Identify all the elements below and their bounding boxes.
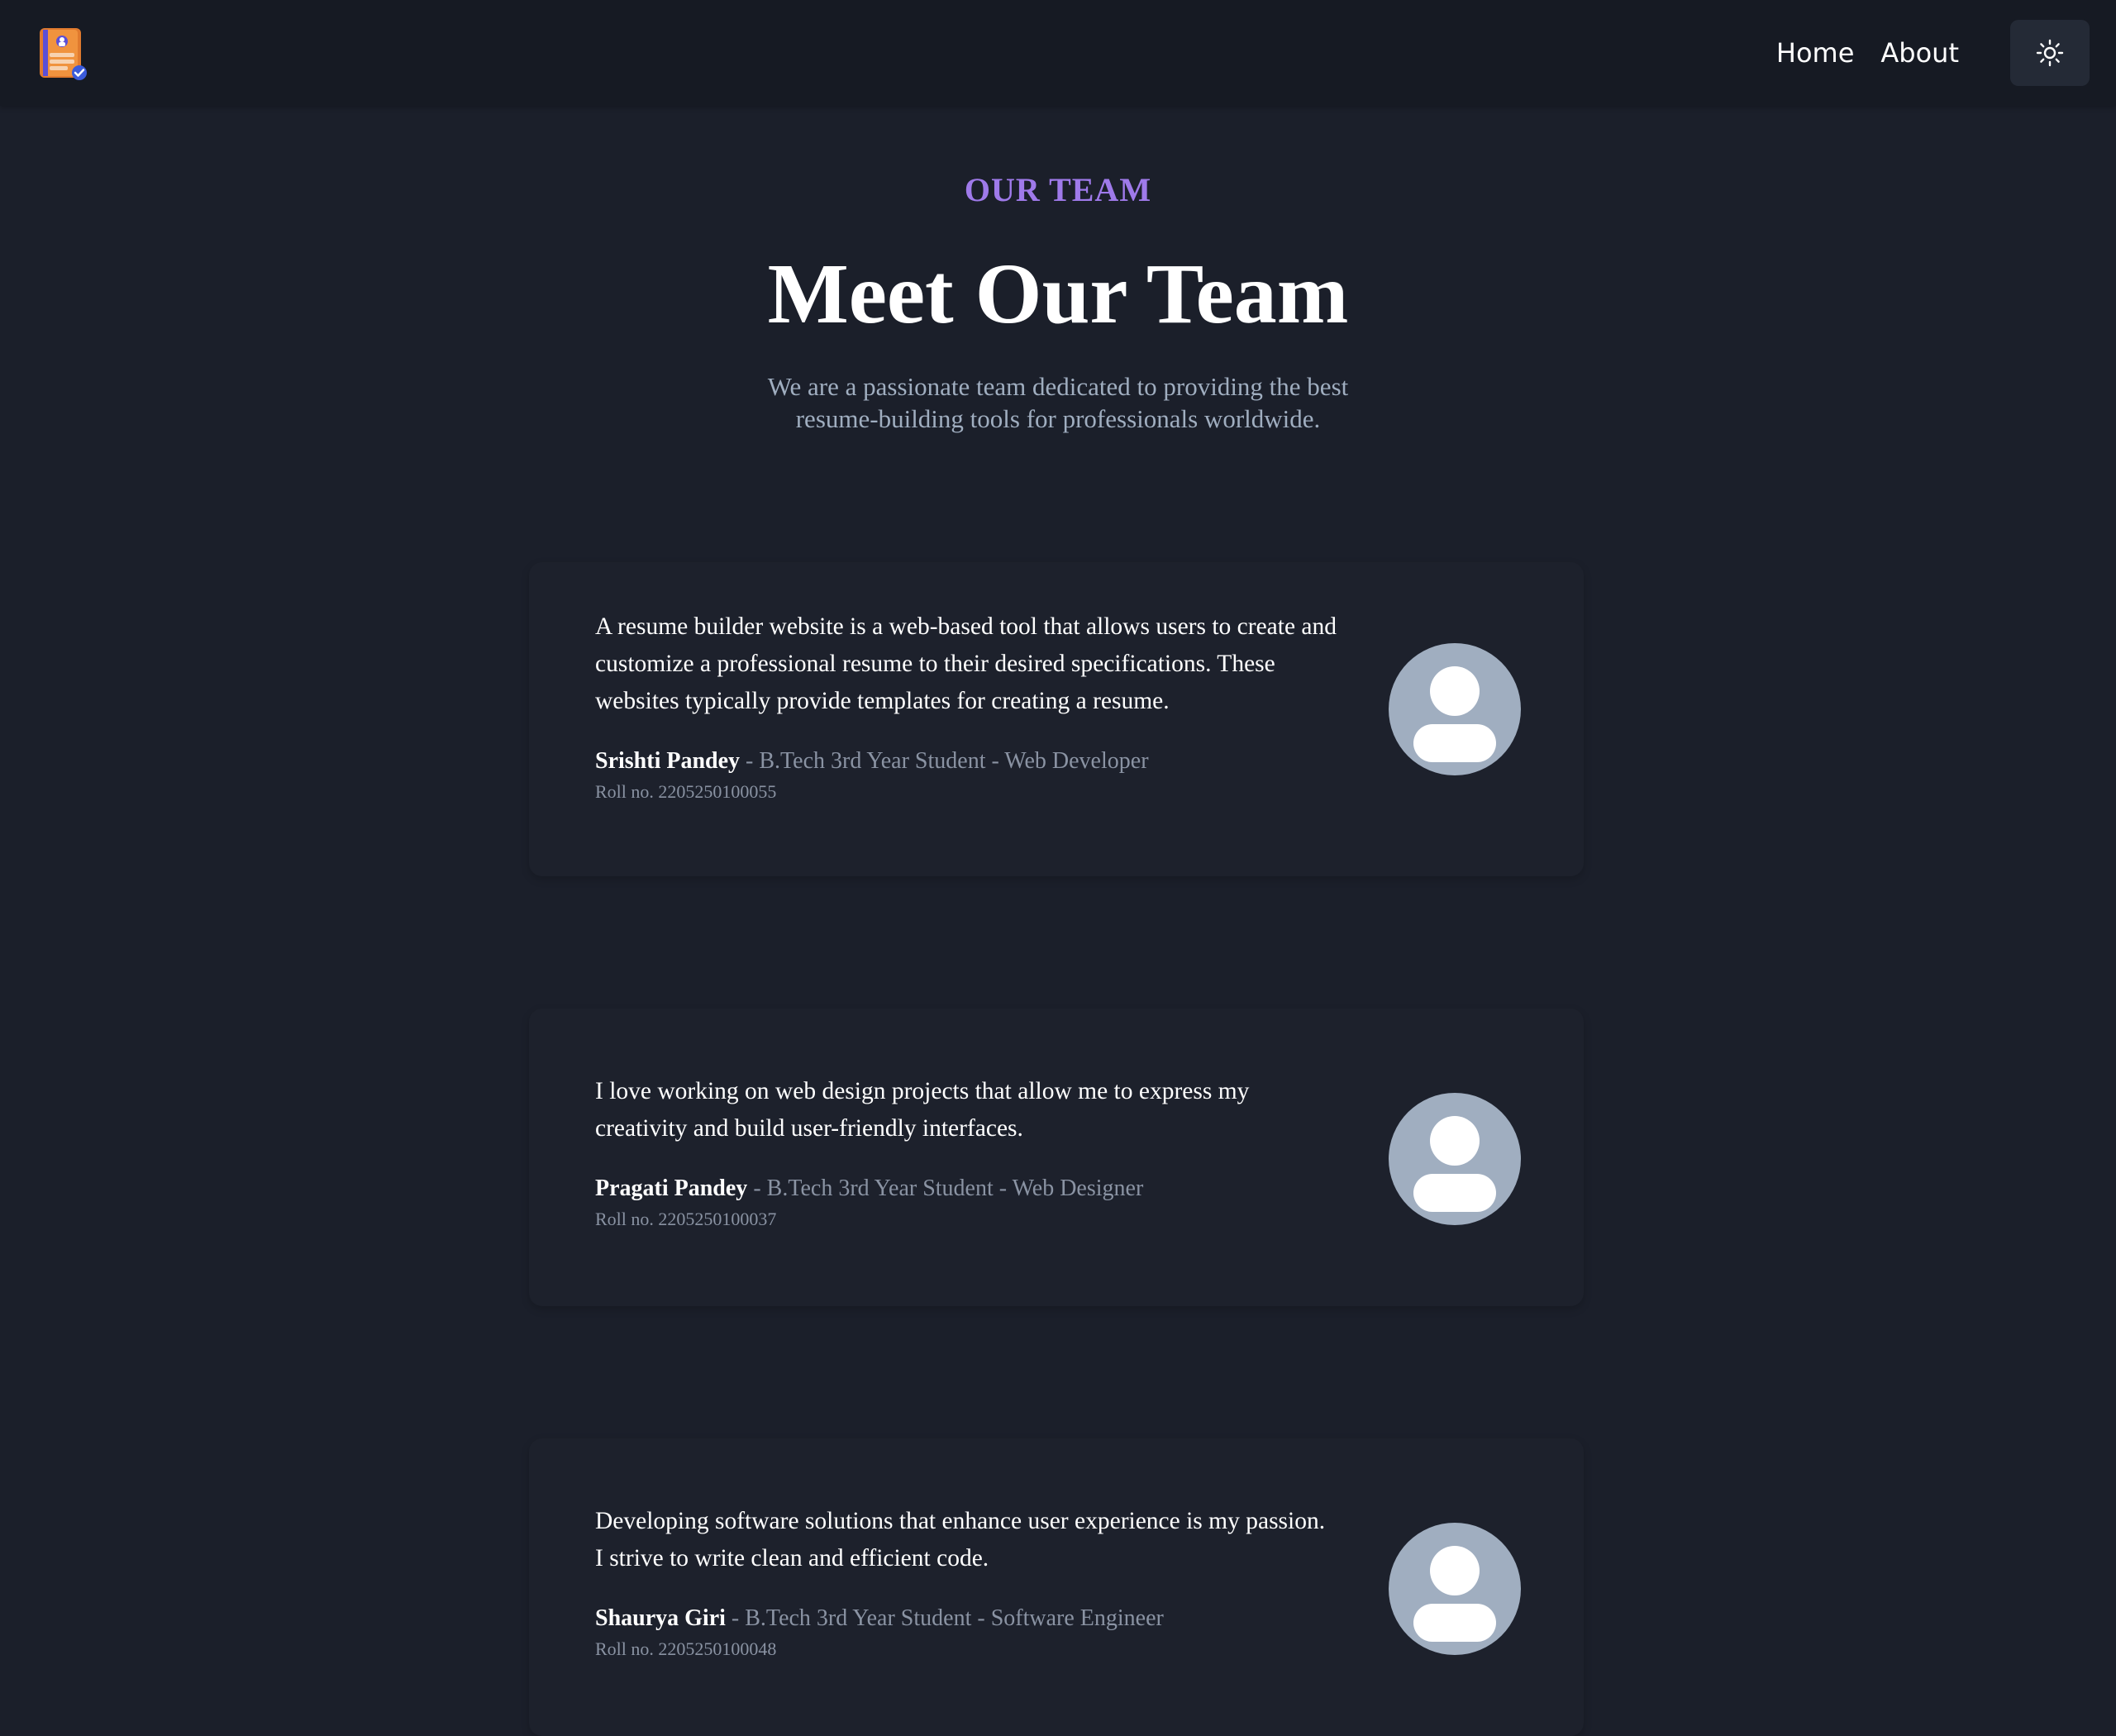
team-card-body: I love working on web design projects th… <box>595 1073 1339 1232</box>
team-member-roll: Roll no. 2205250100037 <box>595 1209 777 1229</box>
team-card: Developing software solutions that enhan… <box>529 1438 1584 1736</box>
team-card-body: Developing software solutions that enhan… <box>595 1503 1339 1662</box>
team-quote: I love working on web design projects th… <box>595 1078 1250 1142</box>
nav-links: Home About <box>1776 0 1959 106</box>
team-quote: Developing software solutions that enhan… <box>595 1508 1326 1571</box>
page-title: Meet Our Team <box>767 246 1349 341</box>
team-member-role: - B.Tech 3rd Year Student - Software Eng… <box>731 1605 1164 1631</box>
team-card: I love working on web design projects th… <box>529 1009 1584 1306</box>
user-avatar-icon <box>1389 643 1521 775</box>
team-member-name: Srishti Pandey <box>595 748 741 774</box>
team-author-line: Pragati Pandey - B.Tech 3rd Year Student… <box>595 1174 1339 1204</box>
team-author-line: Shaurya Giri - B.Tech 3rd Year Student -… <box>595 1604 1339 1633</box>
user-avatar-icon <box>1389 1093 1521 1225</box>
team-card-body: A resume builder website is a web-based … <box>595 608 1339 804</box>
team-quote: A resume builder website is a web-based … <box>595 613 1337 714</box>
nav-link-about[interactable]: About <box>1880 37 1959 69</box>
page-subtitle: We are a passionate team dedicated to pr… <box>767 372 1349 433</box>
team-member-role: - B.Tech 3rd Year Student - Web Develope… <box>746 748 1149 774</box>
theme-toggle-button[interactable] <box>2010 20 2090 86</box>
nav-link-home[interactable]: Home <box>1776 37 1855 69</box>
user-avatar-icon <box>1389 1523 1521 1655</box>
team-author-line: Srishti Pandey - B.Tech 3rd Year Student… <box>595 746 1339 776</box>
resume-logo-icon[interactable] <box>38 26 88 81</box>
team-member-roll: Roll no. 2205250100055 <box>595 781 777 802</box>
team-member-name: Pragati Pandey <box>595 1176 748 1201</box>
team-member-roll: Roll no. 2205250100048 <box>595 1638 777 1659</box>
team-member-role: - B.Tech 3rd Year Student - Web Designer <box>753 1176 1144 1201</box>
navbar: Home About <box>0 0 2116 106</box>
sun-icon <box>2036 39 2064 67</box>
section-eyebrow: OUR TEAM <box>964 171 1152 208</box>
team-card: A resume builder website is a web-based … <box>529 562 1584 876</box>
team-member-name: Shaurya Giri <box>595 1605 726 1631</box>
